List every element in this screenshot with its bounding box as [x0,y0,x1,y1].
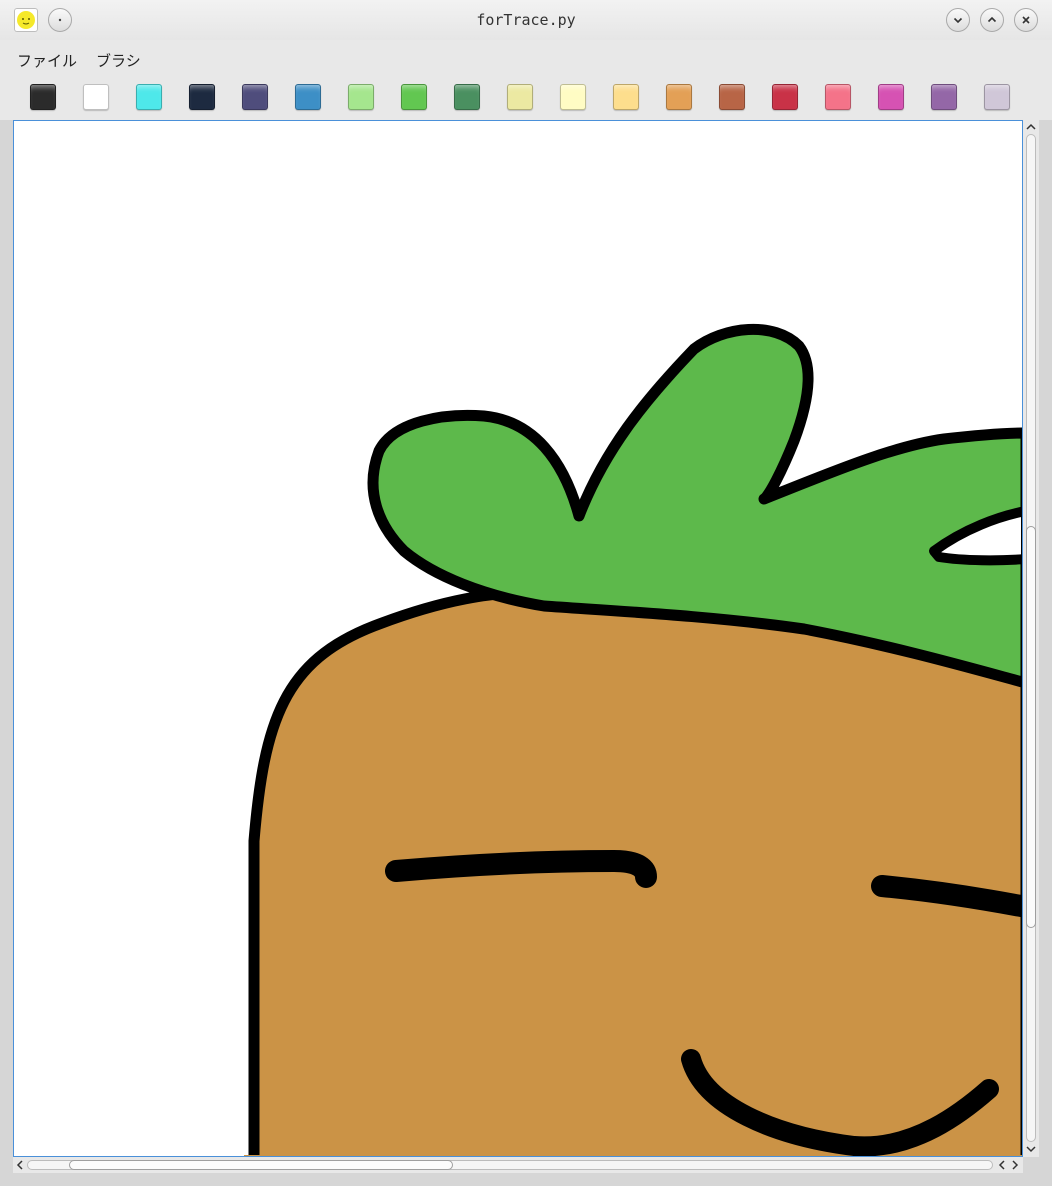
color-swatch-6[interactable] [295,84,321,110]
menu-file[interactable]: ファイル [17,50,77,71]
color-swatch-11[interactable] [560,84,586,110]
color-swatch-4[interactable] [189,84,215,110]
title-bar: forTrace.py [0,0,1052,40]
close-button[interactable] [1014,8,1038,32]
close-icon [1022,16,1030,24]
horizontal-scrollbar[interactable] [13,1157,1023,1173]
color-swatch-17[interactable] [878,84,904,110]
scroll-left-end-icon[interactable] [997,1160,1007,1170]
color-swatch-14[interactable] [719,84,745,110]
color-swatch-19[interactable] [984,84,1010,110]
window-title: forTrace.py [476,11,576,29]
color-swatch-8[interactable] [401,84,427,110]
color-swatch-1[interactable] [30,84,56,110]
drawing-canvas[interactable] [13,120,1023,1157]
chevron-down-icon [953,17,963,24]
color-swatch-7[interactable] [348,84,374,110]
color-swatch-2[interactable] [83,84,109,110]
menu-bar: ファイル ブラシ [0,40,1052,74]
color-palette [0,74,1052,120]
drawing [244,324,1022,1156]
horizontal-scroll-thumb[interactable] [69,1160,453,1170]
color-swatch-13[interactable] [666,84,692,110]
color-swatch-9[interactable] [454,84,480,110]
minimize-button[interactable] [946,8,970,32]
color-swatch-15[interactable] [772,84,798,110]
scroll-down-icon[interactable] [1026,1144,1036,1154]
scroll-right-icon[interactable] [1010,1160,1020,1170]
color-swatch-12[interactable] [613,84,639,110]
color-swatch-5[interactable] [242,84,268,110]
menu-brush[interactable]: ブラシ [96,50,141,71]
color-swatch-18[interactable] [931,84,957,110]
scroll-up-icon[interactable] [1026,122,1036,132]
vertical-scrollbar[interactable] [1023,120,1039,1157]
color-swatch-16[interactable] [825,84,851,110]
maximize-button[interactable] [980,8,1004,32]
vertical-scroll-thumb[interactable] [1026,526,1036,928]
color-swatch-10[interactable] [507,84,533,110]
chevron-up-icon [987,16,997,23]
scroll-left-icon[interactable] [15,1160,25,1170]
color-swatch-3[interactable] [136,84,162,110]
